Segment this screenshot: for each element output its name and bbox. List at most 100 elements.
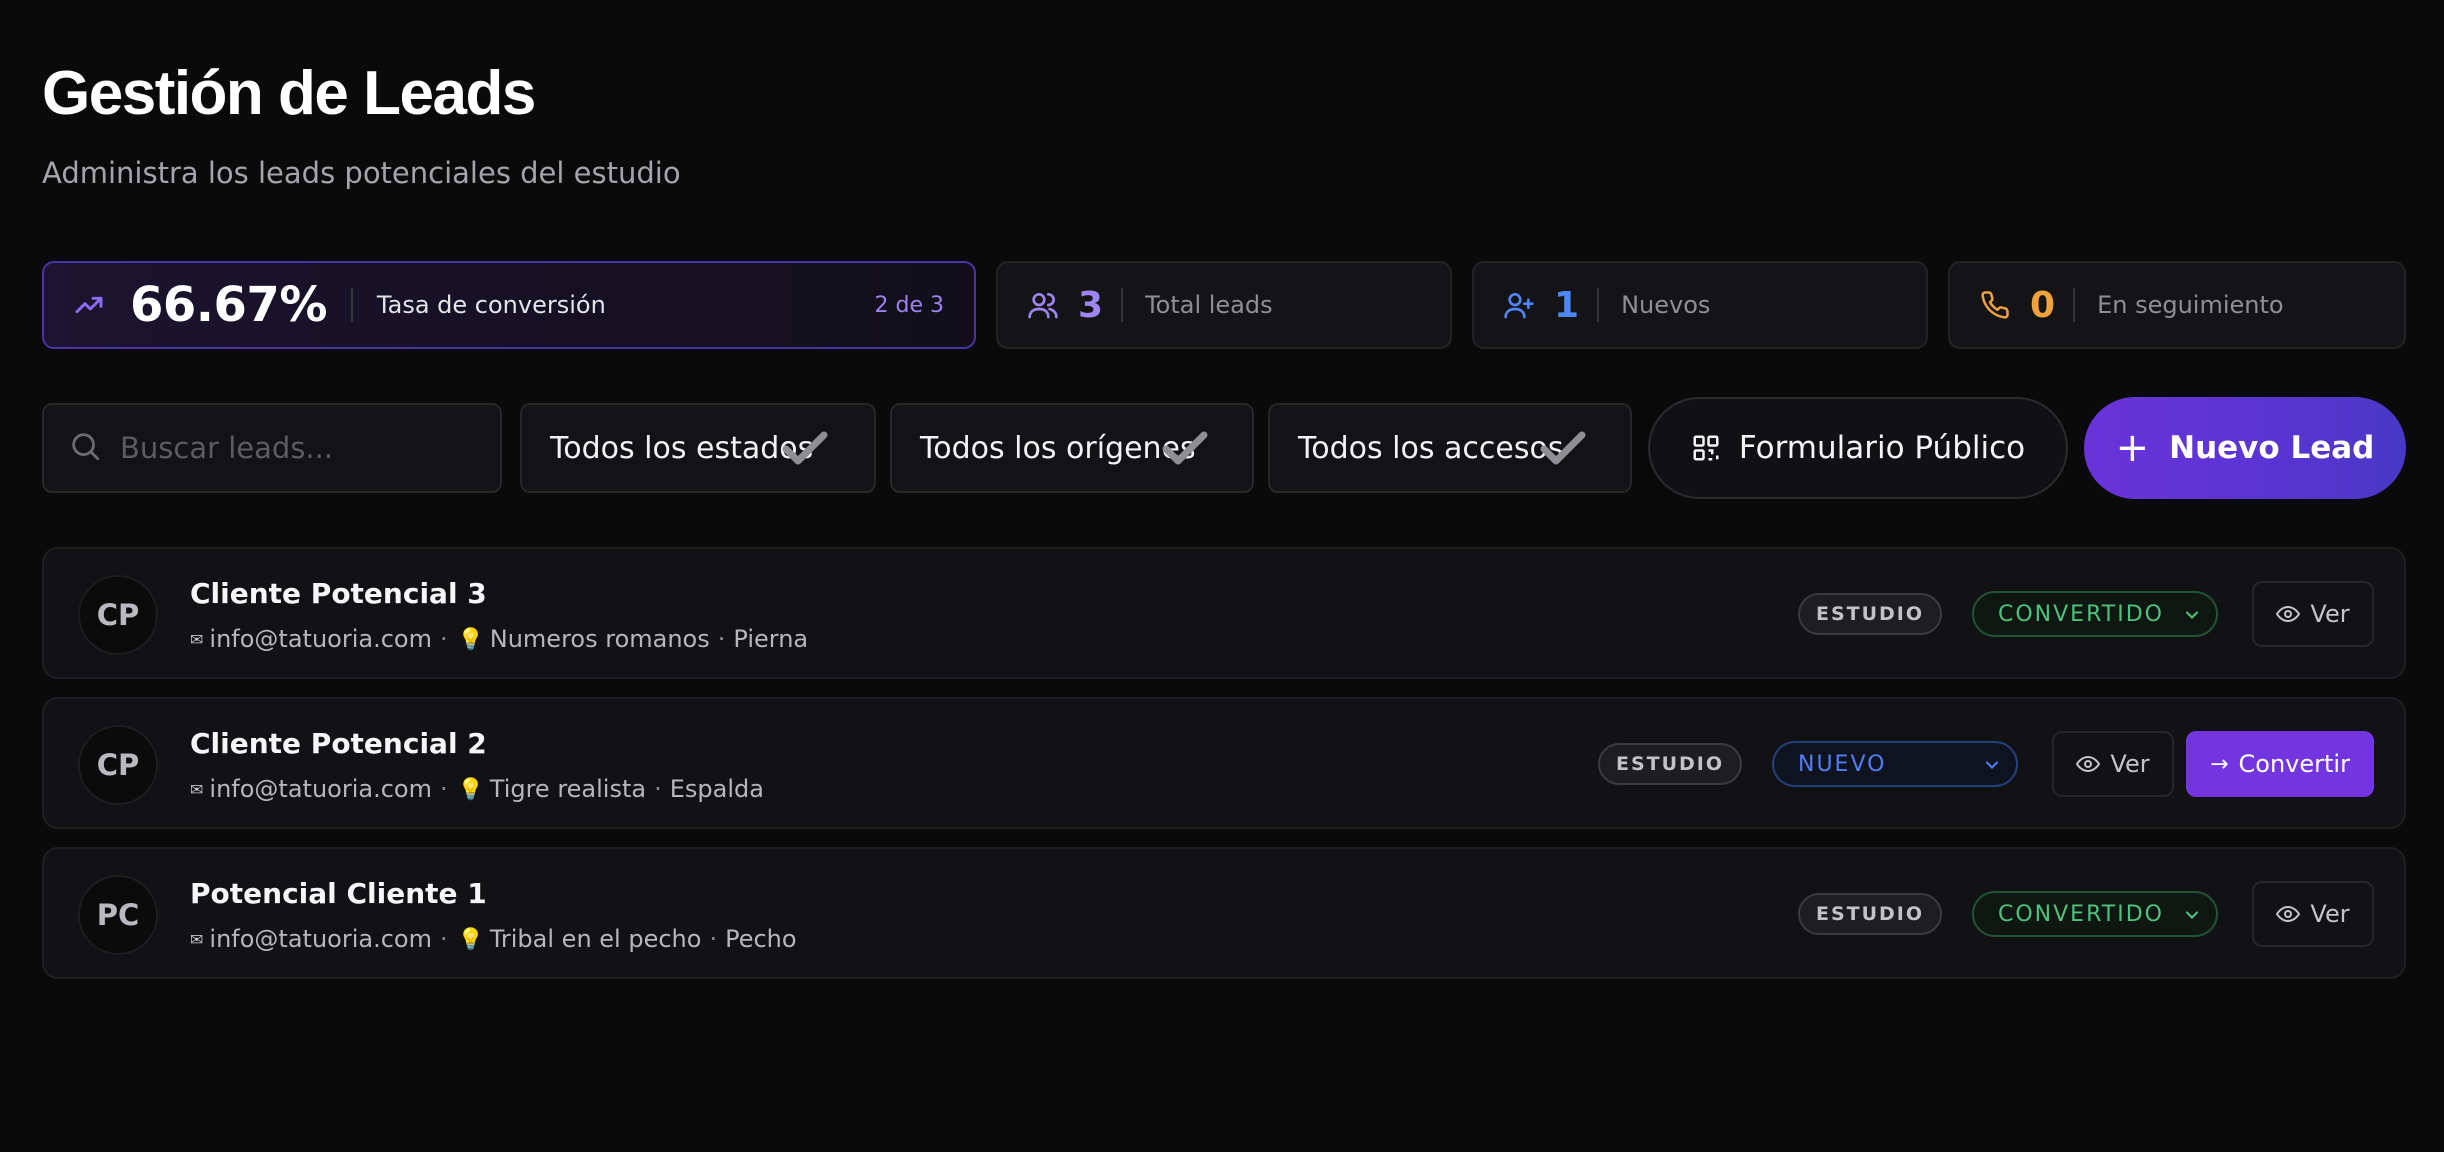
check-icon [1160, 429, 1210, 477]
lead-idea: Tigre realista [489, 775, 647, 803]
stat-follow-card: 0 En seguimiento [1948, 261, 2406, 349]
lead-name: Potencial Cliente 1 [190, 877, 487, 910]
stat-new-label: Nuevos [1621, 291, 1711, 319]
stat-divider [1121, 288, 1124, 322]
chevron-down-icon [2182, 605, 2202, 631]
search-box[interactable] [42, 403, 502, 493]
stat-total-card: 3 Total leads [996, 261, 1452, 349]
page-subtitle: Administra los leads potenciales del est… [42, 156, 681, 190]
avatar: CP [78, 575, 158, 655]
plus-icon: + [2115, 425, 2150, 471]
lead-email: info@tatuoria.com [209, 625, 432, 653]
chevron-down-icon [1982, 755, 2002, 781]
lead-meta: ✉ info@tatuoria.com · 💡 Tigre realista ·… [190, 775, 764, 803]
separator-dot: · [709, 925, 718, 953]
lead-zone: Espalda [669, 775, 764, 803]
filter-access-label: Todos los accesos [1298, 430, 1564, 466]
source-badge: ESTUDIO [1798, 593, 1942, 635]
new-lead-button[interactable]: + Nuevo Lead [2084, 397, 2406, 499]
stat-divider [1597, 288, 1600, 322]
lead-idea: Tribal en el pecho [489, 925, 702, 953]
qr-code-icon [1691, 433, 1721, 463]
lead-meta: ✉ info@tatuoria.com · 💡 Tribal en el pec… [190, 925, 797, 953]
separator-dot: · [439, 625, 448, 653]
page-title: Gestión de Leads [42, 59, 536, 128]
stat-new-card: 1 Nuevos [1472, 261, 1928, 349]
status-label: CONVERTIDO [1998, 601, 2164, 627]
separator-dot: · [439, 925, 448, 953]
new-lead-label: Nuevo Lead [2169, 430, 2375, 466]
source-badge: ESTUDIO [1798, 893, 1942, 935]
public-form-button[interactable]: Formulario Público [1648, 397, 2068, 499]
lead-name: Cliente Potencial 2 [190, 727, 487, 760]
separator-dot: · [717, 625, 726, 653]
stat-conversion-fraction: 2 de 3 [874, 292, 944, 318]
convert-label: Convertir [2238, 750, 2350, 778]
status-label: CONVERTIDO [1998, 901, 2164, 927]
status-select[interactable]: CONVERTIDO [1972, 891, 2218, 937]
search-input[interactable] [120, 431, 480, 465]
filter-origin-label: Todos los orígenes [920, 430, 1196, 466]
view-label: Ver [2310, 600, 2350, 628]
lightbulb-icon: 💡 [457, 776, 484, 801]
lightbulb-icon: 💡 [457, 626, 484, 651]
public-form-label: Formulario Público [1738, 430, 2026, 466]
stat-total-value: 3 [1078, 284, 1104, 326]
eye-icon [2076, 752, 2101, 776]
filter-status-label: Todos los estados [550, 430, 814, 466]
user-plus-icon [1502, 288, 1536, 322]
lead-idea: Numeros romanos [489, 625, 710, 653]
separator-dot: · [439, 775, 448, 803]
users-icon [1026, 288, 1060, 322]
mail-icon: ✉ [190, 629, 204, 649]
separator-dot: · [654, 775, 662, 803]
view-button[interactable]: Ver [2052, 731, 2174, 797]
stat-new-value: 1 [1554, 284, 1580, 326]
arrow-right-icon: → [2210, 751, 2229, 777]
stat-conversion-card: 66.67% Tasa de conversión 2 de 3 [42, 261, 976, 349]
lead-name: Cliente Potencial 3 [190, 577, 487, 610]
view-label: Ver [2310, 900, 2350, 928]
lead-card[interactable]: CP Cliente Potencial 2 ✉ info@tatuoria.c… [42, 697, 2406, 829]
stat-total-label: Total leads [1145, 291, 1273, 319]
filter-status-select[interactable]: Todos los estados [520, 403, 876, 493]
stat-conversion-value: 66.67% [130, 277, 327, 333]
phone-icon [1978, 288, 2012, 322]
stat-divider [2073, 288, 2076, 322]
convert-button[interactable]: → Convertir [2186, 731, 2374, 797]
mail-icon: ✉ [190, 929, 204, 949]
mail-icon: ✉ [190, 779, 204, 799]
lead-zone: Pecho [725, 925, 797, 953]
check-icon [1538, 429, 1588, 477]
toolbar: Todos los estados Todos los orígenes Tod… [42, 397, 2406, 501]
stat-follow-label: En seguimiento [2097, 291, 2284, 319]
view-label: Ver [2110, 750, 2150, 778]
stat-follow-value: 0 [2030, 284, 2056, 326]
lead-card[interactable]: PC Potencial Cliente 1 ✉ info@tatuoria.c… [42, 847, 2406, 979]
status-select[interactable]: NUEVO [1772, 741, 2018, 787]
filter-origin-select[interactable]: Todos los orígenes [890, 403, 1254, 493]
status-select[interactable]: CONVERTIDO [1972, 591, 2218, 637]
lead-card[interactable]: CP Cliente Potencial 3 ✉ info@tatuoria.c… [42, 547, 2406, 679]
lead-zone: Pierna [733, 625, 809, 653]
avatar: CP [78, 725, 158, 805]
stat-divider [350, 288, 353, 322]
filter-access-select[interactable]: Todos los accesos [1268, 403, 1632, 493]
view-button[interactable]: Ver [2252, 581, 2374, 647]
search-icon [68, 429, 102, 467]
trending-up-icon [72, 288, 106, 322]
stat-conversion-label: Tasa de conversión [376, 291, 606, 319]
lead-email: info@tatuoria.com [209, 775, 432, 803]
chevron-down-icon [2182, 905, 2202, 931]
view-button[interactable]: Ver [2252, 881, 2374, 947]
stats-row: 66.67% Tasa de conversión 2 de 3 3 Total… [42, 261, 2406, 349]
lead-meta: ✉ info@tatuoria.com · 💡 Numeros romanos … [190, 625, 808, 653]
check-icon [780, 429, 830, 477]
eye-icon [2276, 902, 2301, 926]
source-badge: ESTUDIO [1598, 743, 1742, 785]
avatar: PC [78, 875, 158, 955]
status-label: NUEVO [1798, 751, 1887, 777]
eye-icon [2276, 602, 2301, 626]
lightbulb-icon: 💡 [457, 926, 484, 951]
lead-email: info@tatuoria.com [209, 925, 432, 953]
